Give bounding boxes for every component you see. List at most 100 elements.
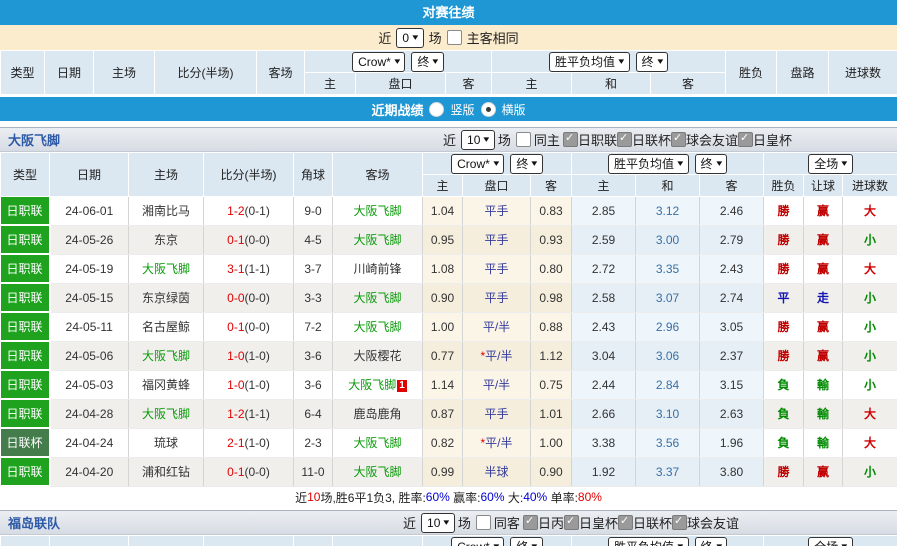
summary-text: 10 xyxy=(307,490,320,504)
score-fulltime: 2-1 xyxy=(227,436,244,450)
cell-eu-away-odds: 2.74 xyxy=(700,283,764,312)
col-eu-draw: 和 xyxy=(636,175,700,197)
cell-eu-away-odds: 3.80 xyxy=(700,457,764,486)
same-home-away-checkbox[interactable] xyxy=(447,30,462,45)
cell-goals-result: 大 xyxy=(843,254,897,283)
cell-league: 日联杯 xyxy=(1,428,50,457)
cell-asia-away-odds: 0.75 xyxy=(531,370,572,399)
team2-league-checkbox[interactable] xyxy=(564,515,579,530)
cell-away-team: 大阪飞脚1 xyxy=(333,370,423,399)
team1-name-link[interactable]: 大阪飞脚 xyxy=(8,130,60,149)
cell-league: 日职联 xyxy=(1,283,50,312)
team1-eu-company-select[interactable]: 胜平负均值▾ xyxy=(608,154,689,174)
cell-eu-away-odds: 2.63 xyxy=(700,399,764,428)
team2-league-label: 日皇杯 xyxy=(579,513,618,532)
team2-asia-company-select[interactable]: Crow*▾ xyxy=(451,537,504,546)
vertical-layout-radio[interactable] xyxy=(429,102,444,117)
cell-corner: 11-0 xyxy=(294,457,333,486)
team2-league-label: 日联杯 xyxy=(633,513,672,532)
team1-eu-final-select[interactable]: 终▾ xyxy=(695,154,728,174)
cell-date: 24-04-24 xyxy=(50,428,129,457)
cell-goals-result: 大 xyxy=(843,197,897,226)
team2-league-checkbox[interactable] xyxy=(672,515,687,530)
cell-league: 日职联 xyxy=(1,254,50,283)
h2h-table: 类型 日期 主场 比分(半场) 客场 Crow*▾ 终▾ 胜平负均值▾ 终▾ 胜… xyxy=(0,50,897,95)
cell-date: 24-05-15 xyxy=(50,283,129,312)
col-eu-home: 主 xyxy=(492,73,572,95)
team2-eu-company-select[interactable]: 胜平负均值▾ xyxy=(608,537,689,546)
summary-text: 80% xyxy=(578,490,602,504)
cell-eu-home-odds: 2.58 xyxy=(572,283,636,312)
cell-home-team: 东京 xyxy=(129,225,204,254)
col-home: 主场 xyxy=(129,153,204,197)
h2h-eu-final-select[interactable]: 终▾ xyxy=(636,52,669,72)
table-row: 日职联24-06-01湘南比马1-2(0-1)9-0大阪飞脚1.04平手0.83… xyxy=(1,197,897,226)
col-goals: 进球数 xyxy=(829,51,897,95)
team1-asia-final-select[interactable]: 终▾ xyxy=(510,154,543,174)
h2h-filter-bar: 近 0▾ 场 主客相同 xyxy=(0,25,897,50)
team2-league-checkbox[interactable] xyxy=(618,515,633,530)
team2-league-checkbox[interactable] xyxy=(523,515,538,530)
col-asia-home: 主 xyxy=(305,73,356,95)
h2h-asia-company-select[interactable]: Crow*▾ xyxy=(352,52,405,72)
team1-same-home-checkbox[interactable] xyxy=(516,132,531,147)
team1-scope-select[interactable]: 全场▾ xyxy=(808,154,853,174)
team1-league-checkbox[interactable] xyxy=(671,132,686,147)
h2h-count-select[interactable]: 0▾ xyxy=(396,28,423,48)
handicap-text: 平/半 xyxy=(485,436,512,450)
cell-corner: 6-4 xyxy=(294,399,333,428)
team1-asia-company-select[interactable]: Crow*▾ xyxy=(451,154,504,174)
team1-league-checkbox[interactable] xyxy=(563,132,578,147)
cell-eu-draw-odds: 3.12 xyxy=(636,197,700,226)
h2h-eu-company-select[interactable]: 胜平负均值▾ xyxy=(549,52,630,72)
cell-asia-away-odds: 1.12 xyxy=(531,341,572,370)
cell-goals-result: 大 xyxy=(843,399,897,428)
cell-handicap-result: 赢 xyxy=(804,312,843,341)
handicap-text: 平手 xyxy=(484,204,508,218)
chevron-down-icon: ▾ xyxy=(532,158,538,169)
cell-home-team: 琉球 xyxy=(129,428,204,457)
cell-corner: 3-3 xyxy=(294,283,333,312)
cell-eu-home-odds: 2.59 xyxy=(572,225,636,254)
team1-league-checkbox[interactable] xyxy=(617,132,632,147)
cell-home-team: 大阪飞脚 xyxy=(129,399,204,428)
chevron-down-icon: ▾ xyxy=(842,541,848,546)
cell-score: 1-0(1-0) xyxy=(204,341,294,370)
team2-same-away-checkbox[interactable] xyxy=(476,515,491,530)
cell-result: 負 xyxy=(764,428,804,457)
team2-name-link[interactable]: 福岛联队 xyxy=(8,513,60,532)
handicap-text: 平手 xyxy=(484,262,508,276)
cell-asia-handicap: 平手 xyxy=(463,399,531,428)
cell-home-team: 浦和红钻 xyxy=(129,457,204,486)
cell-league: 日职联 xyxy=(1,399,50,428)
chevron-down-icon: ▾ xyxy=(532,541,538,546)
cell-handicap-result: 輸 xyxy=(804,399,843,428)
cell-eu-draw-odds: 2.96 xyxy=(636,312,700,341)
team1-league-checkbox[interactable] xyxy=(738,132,753,147)
horizontal-layout-radio[interactable] xyxy=(481,102,496,117)
handicap-text: 平/半 xyxy=(483,320,510,334)
team1-league-label: 日职联 xyxy=(578,130,617,149)
cell-away-team: 大阪飞脚 xyxy=(333,283,423,312)
team2-scope-select[interactable]: 全场▾ xyxy=(808,537,853,546)
col-asia-away: 客 xyxy=(446,73,492,95)
team2-eu-final-select[interactable]: 终▾ xyxy=(695,537,728,546)
cell-home-team: 东京绿茵 xyxy=(129,283,204,312)
cell-goals-result: 大 xyxy=(843,428,897,457)
cell-asia-handicap: 平手 xyxy=(463,283,531,312)
recent-results-bar: 近期战绩 竖版 横版 xyxy=(0,97,897,121)
cell-asia-handicap: 平/半 xyxy=(463,370,531,399)
summary-text: 赢率: xyxy=(450,489,481,506)
h2h-asia-final-select[interactable]: 终▾ xyxy=(411,52,444,72)
score-fulltime: 0-0 xyxy=(227,291,244,305)
team2-count-select[interactable]: 10▾ xyxy=(421,513,455,533)
handicap-text: 平/半 xyxy=(483,378,510,392)
score-fulltime: 1-0 xyxy=(227,349,244,363)
team2-asia-final-select[interactable]: 终▾ xyxy=(510,537,543,546)
col-corner: 角球 xyxy=(294,153,333,197)
handicap-text: 平手 xyxy=(484,291,508,305)
team1-count-select[interactable]: 10▾ xyxy=(461,130,495,150)
table-row: 日职联24-05-19大阪飞脚3-1(1-1)3-7川崎前锋1.08平手0.80… xyxy=(1,254,897,283)
team2-table: Crow*▾ 终▾ 胜平负均值▾ 终▾ 全场▾ xyxy=(0,535,897,546)
summary-text: 60% xyxy=(481,490,505,504)
